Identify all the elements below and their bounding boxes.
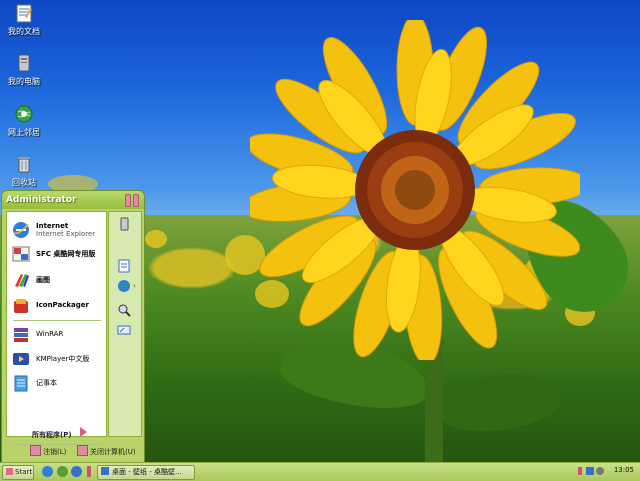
shutdown-icon [77, 445, 88, 456]
taskbar: Start 桌面 - 壁纸 - 桌酷壁... 13:05 [0, 462, 640, 481]
item-title: 画图 [36, 276, 50, 284]
taskbar-window-button[interactable]: 桌面 - 壁纸 - 桌酷壁... [97, 465, 195, 480]
start-logo-icon [6, 468, 13, 475]
winrar-icon [14, 328, 28, 342]
start-menu-programs-pane: Internet Internet Explorer SFC 桌酷网专用版 画图 [6, 211, 107, 445]
system-tray: 13:05 [578, 465, 638, 478]
item-title: IconPackager [36, 301, 89, 309]
my-computer-icon [18, 54, 30, 72]
shutdown-label: 关闭计算机(U) [90, 448, 136, 456]
menu-separator [13, 320, 101, 321]
quicklaunch-desktop-icon[interactable] [57, 466, 68, 477]
logoff-icon [30, 445, 41, 456]
desktop-icon-recycle-bin[interactable]: 回收站 [2, 153, 46, 188]
tray-volume-icon[interactable] [596, 467, 604, 475]
item-title: SFC 桌酷网专用版 [36, 250, 96, 258]
shutdown-button[interactable]: 关闭计算机(U) [77, 445, 136, 457]
start-button[interactable]: Start [2, 465, 34, 480]
tray-divider [578, 467, 582, 475]
desktop-icon-my-documents[interactable]: 我的文档 [2, 2, 46, 37]
sfc-icon [12, 246, 30, 262]
window-icon [101, 467, 109, 475]
notepad-icon [14, 375, 28, 392]
start-menu-item-sfc[interactable]: SFC 桌酷网专用版 [10, 244, 104, 264]
logoff-label: 注销(L) [43, 448, 67, 456]
start-menu-item-paint[interactable]: 画图 [10, 270, 104, 290]
item-title: 记事本 [36, 379, 57, 387]
taskbar-window-title: 桌面 - 壁纸 - 桌酷壁... [112, 468, 182, 476]
start-menu-username: Administrator [6, 195, 77, 205]
start-menu-header: Administrator [2, 191, 144, 209]
document-icon[interactable] [117, 259, 131, 273]
item-title: Internet [36, 222, 69, 230]
quicklaunch-ie-icon[interactable] [42, 466, 53, 477]
internet-explorer-icon [13, 222, 29, 238]
start-menu-item-iconpackager[interactable]: IconPackager [10, 296, 104, 316]
desktop-icon-my-computer[interactable]: 我的电脑 [2, 52, 46, 87]
background-sunflower [145, 230, 167, 248]
start-menu: Administrator Internet Internet Explorer… [1, 190, 145, 464]
start-menu-places-pane: › [108, 211, 142, 437]
start-menu-item-internet[interactable]: Internet Internet Explorer [10, 220, 104, 244]
start-menu-footer: 注销(L) 关闭计算机(U) [2, 439, 144, 463]
recycle-bin-icon [18, 157, 30, 173]
desktop-icon-label: 网上邻居 [8, 128, 40, 137]
desktop-icon-label: 回收站 [12, 178, 36, 187]
start-menu-item-notepad[interactable]: 记事本 [10, 373, 104, 393]
my-documents-icon [16, 4, 32, 23]
item-subtitle: Internet Explorer [36, 230, 96, 238]
kmplayer-icon [13, 353, 29, 365]
start-menu-item-winrar[interactable]: WinRAR [10, 325, 104, 345]
my-computer-icon[interactable] [117, 217, 131, 231]
iconpackager-icon [14, 299, 28, 313]
taskbar-divider [87, 466, 91, 477]
start-label: Start [15, 468, 33, 476]
tray-network-icon[interactable] [586, 467, 594, 475]
item-title: WinRAR [36, 330, 64, 338]
desktop-icon-label: 我的电脑 [8, 77, 40, 86]
clock[interactable]: 13:05 [614, 466, 634, 474]
search-icon[interactable] [117, 303, 131, 317]
quicklaunch-media-icon[interactable] [71, 466, 82, 477]
logoff-button[interactable]: 注销(L) [30, 445, 66, 457]
item-title: KMPlayer中文版 [36, 355, 90, 363]
desktop-icon-label: 我的文档 [8, 27, 40, 36]
start-menu-item-kmplayer[interactable]: KMPlayer中文版 [10, 349, 104, 369]
network-places-icon [15, 105, 33, 123]
paint-icon [15, 274, 29, 287]
submenu-arrow-icon: › [133, 282, 136, 290]
sunflower-image [250, 20, 580, 360]
run-icon[interactable] [117, 323, 131, 337]
network-icon[interactable] [117, 279, 131, 293]
desktop-icon-network-places[interactable]: 网上邻居 [2, 103, 46, 138]
all-programs-arrow-icon[interactable] [80, 427, 87, 437]
